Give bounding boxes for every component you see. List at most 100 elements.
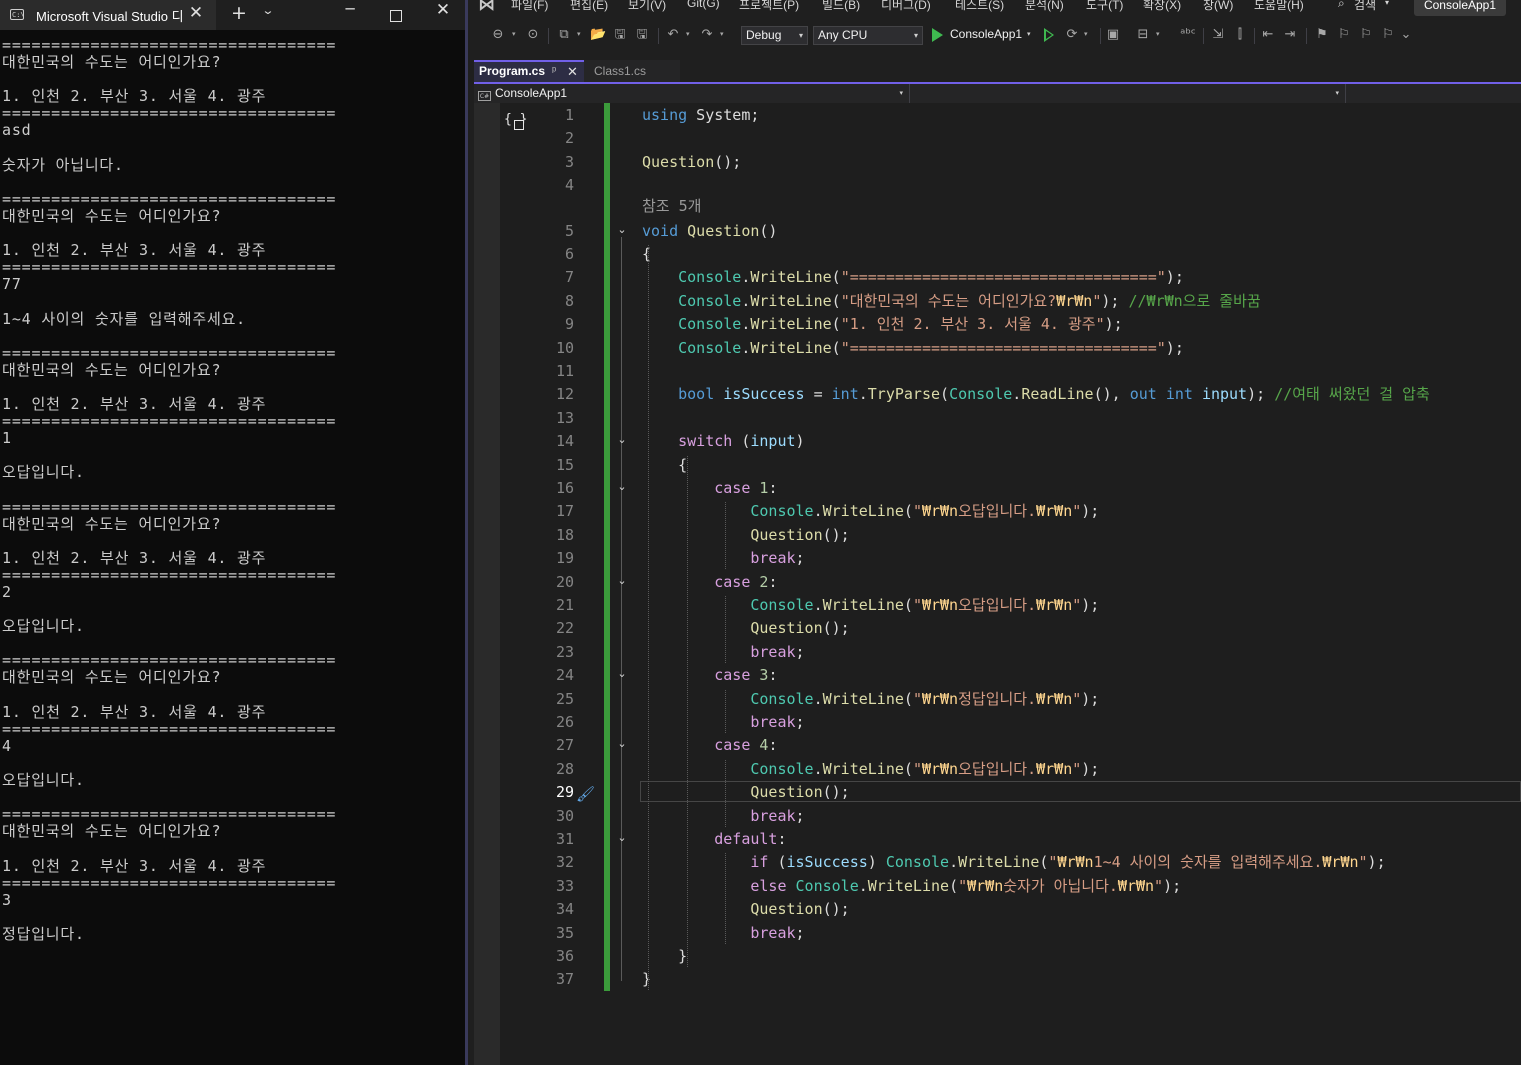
start-debugging-icon[interactable]	[932, 28, 943, 42]
redo-icon[interactable]: ↷	[699, 27, 715, 43]
code-token: (	[831, 315, 841, 334]
navigate-back-icon[interactable]: ⊖	[490, 27, 506, 43]
solution-configuration-select[interactable]: Debug ▾	[741, 26, 808, 45]
start-without-debugging-icon[interactable]	[1043, 28, 1060, 42]
solution-name-badge[interactable]: ConsoleApp1	[1414, 0, 1506, 16]
chevron-down-icon[interactable]: ▾	[1084, 30, 1088, 38]
collapse-region-icon[interactable]: ⌄	[616, 574, 628, 587]
collapse-region-icon[interactable]: ⌄	[616, 667, 628, 680]
console-tab[interactable]: C:\ Microsoft Visual Studio 디 ✕	[0, 0, 216, 30]
chevron-down-icon[interactable]: ▾	[1156, 30, 1160, 38]
collapse-region-icon[interactable]: ⌄	[616, 223, 628, 236]
solution-platform-select[interactable]: Any CPU ▾	[813, 26, 923, 45]
code-token: break	[750, 549, 796, 568]
chevron-down-icon[interactable]: ▾	[686, 30, 690, 38]
menu-build[interactable]: 빌드(B)	[822, 0, 860, 13]
undo-icon[interactable]: ↶	[665, 27, 681, 43]
solution-explorer-icon[interactable]: ▣	[1105, 27, 1121, 43]
open-folder-icon[interactable]: 📂	[590, 27, 606, 43]
code-token: Question	[687, 221, 760, 240]
toolbar-overflow-icon[interactable]: ⌄	[1398, 27, 1414, 43]
previous-bookmark-icon[interactable]: ⚐	[1336, 27, 1352, 43]
save-icon[interactable]: 🖫	[612, 27, 628, 43]
code-token: Question	[750, 900, 823, 919]
codelens-references[interactable]: 참조 5개	[642, 195, 701, 218]
window-layout-icon[interactable]: ⊟	[1135, 27, 1151, 43]
menu-project[interactable]: 프로젝트(P)	[739, 0, 799, 13]
maximize-button[interactable]	[373, 0, 419, 30]
menu-git[interactable]: Git(G)	[687, 0, 720, 10]
menu-debug[interactable]: 디버그(D)	[881, 0, 931, 13]
pin-icon[interactable]: ᵖ	[552, 62, 556, 81]
tab-program-cs[interactable]: Program.cs ᵖ ✕	[474, 60, 584, 82]
expand-icon	[514, 120, 524, 130]
close-window-button[interactable]: ✕	[420, 0, 466, 30]
menu-window[interactable]: 창(W)	[1203, 0, 1233, 13]
menu-test[interactable]: 테스트(S)	[955, 0, 1004, 13]
chevron-down-icon[interactable]: ⌄	[257, 4, 279, 17]
code-editor[interactable]: { } 123456789101112131415161718192021222…	[474, 103, 1521, 1065]
navigate-forward-icon[interactable]: ⊙	[525, 27, 541, 43]
menu-file[interactable]: 파일(F)	[511, 0, 548, 13]
search-icon[interactable]: ⌕	[1338, 0, 1345, 11]
tab-class1-cs[interactable]: Class1.cs	[584, 60, 680, 82]
chevron-down-icon[interactable]: ▾	[577, 30, 581, 38]
step-into-icon[interactable]: ⇲	[1210, 27, 1226, 43]
search-label[interactable]: 검색	[1354, 0, 1376, 13]
project-scope-select[interactable]: C# ConsoleApp1 ▾	[474, 84, 910, 103]
menu-help[interactable]: 도움말(H)	[1254, 0, 1304, 13]
menu-tools[interactable]: 도구(T)	[1086, 0, 1123, 13]
code-token: if	[750, 853, 769, 872]
chevron-down-icon[interactable]: ▾	[720, 30, 724, 38]
save-all-icon[interactable]: 🖫	[634, 27, 650, 43]
chevron-down-icon[interactable]: ▾	[512, 30, 516, 38]
code-token: "대한민국의 수도는 어디인가요?	[840, 291, 1057, 310]
new-tab-icon[interactable]: +	[229, 2, 249, 24]
code-line: case 1:	[642, 477, 777, 500]
code-token: ;	[795, 713, 805, 731]
new-item-icon[interactable]: ⧉	[556, 27, 572, 43]
hot-reload-icon[interactable]: ⟳	[1064, 27, 1080, 43]
quick-actions-brush-icon[interactable]: 🖌	[576, 785, 595, 803]
decrease-indent-icon[interactable]: ⇤	[1260, 27, 1276, 43]
code-line: Console.WriteLine("=====================…	[642, 266, 1184, 289]
code-token: (	[940, 385, 950, 404]
code-line: if (isSuccess) Console.WriteLine("₩r₩n1~…	[642, 851, 1385, 874]
terminal-icon: C:\	[10, 9, 25, 20]
spell-check-icon[interactable]: ᵃᵇᶜ	[1180, 27, 1196, 43]
menu-edit[interactable]: 편집(E)	[570, 0, 608, 13]
member-select[interactable]: ▾	[910, 84, 1346, 103]
code-snippet-icon: { }	[504, 112, 527, 130]
code-token: );	[1165, 268, 1184, 287]
increase-indent-icon[interactable]: ⇥	[1282, 27, 1298, 43]
split-panes-icon[interactable]: ⫿	[1232, 27, 1248, 43]
code-token: "=================================="	[840, 338, 1166, 357]
menu-analyze[interactable]: 분석(N)	[1025, 0, 1064, 13]
menu-view[interactable]: 보기(V)	[628, 0, 666, 13]
clear-bookmarks-icon[interactable]: ⚐	[1380, 27, 1396, 43]
toolbar-separator	[658, 28, 659, 44]
chevron-down-icon[interactable]: ▾	[1027, 30, 1031, 38]
close-tab-icon[interactable]: ✕	[186, 3, 206, 25]
menu-bar: ⋈ 파일(F) 편집(E) 보기(V) Git(G) 프로젝트(P) 빌드(B)…	[468, 0, 1521, 18]
console-output[interactable]: ================================== 대한민국의…	[2, 36, 336, 943]
bookmark-icon[interactable]: ⚑	[1314, 27, 1330, 43]
collapse-region-icon[interactable]: ⌄	[616, 831, 628, 844]
code-token: ₩r₩n	[1117, 876, 1155, 895]
start-debugging-button[interactable]: ConsoleApp1	[950, 27, 1022, 41]
collapse-region-icon[interactable]: ⌄	[616, 480, 628, 493]
menu-extensions[interactable]: 확장(X)	[1143, 0, 1181, 13]
code-token: int	[831, 385, 859, 404]
collapse-region-icon[interactable]: ⌄	[616, 433, 628, 446]
next-bookmark-icon[interactable]: ⚐	[1358, 27, 1374, 43]
chevron-down-icon[interactable]: ▾	[1385, 0, 1389, 7]
code-token: {	[642, 245, 652, 263]
collapse-region-icon[interactable]: ⌄	[616, 737, 628, 750]
code-line: break;	[642, 547, 804, 570]
close-tab-icon[interactable]: ✕	[567, 62, 578, 81]
minimize-button[interactable]: ─	[327, 0, 373, 30]
